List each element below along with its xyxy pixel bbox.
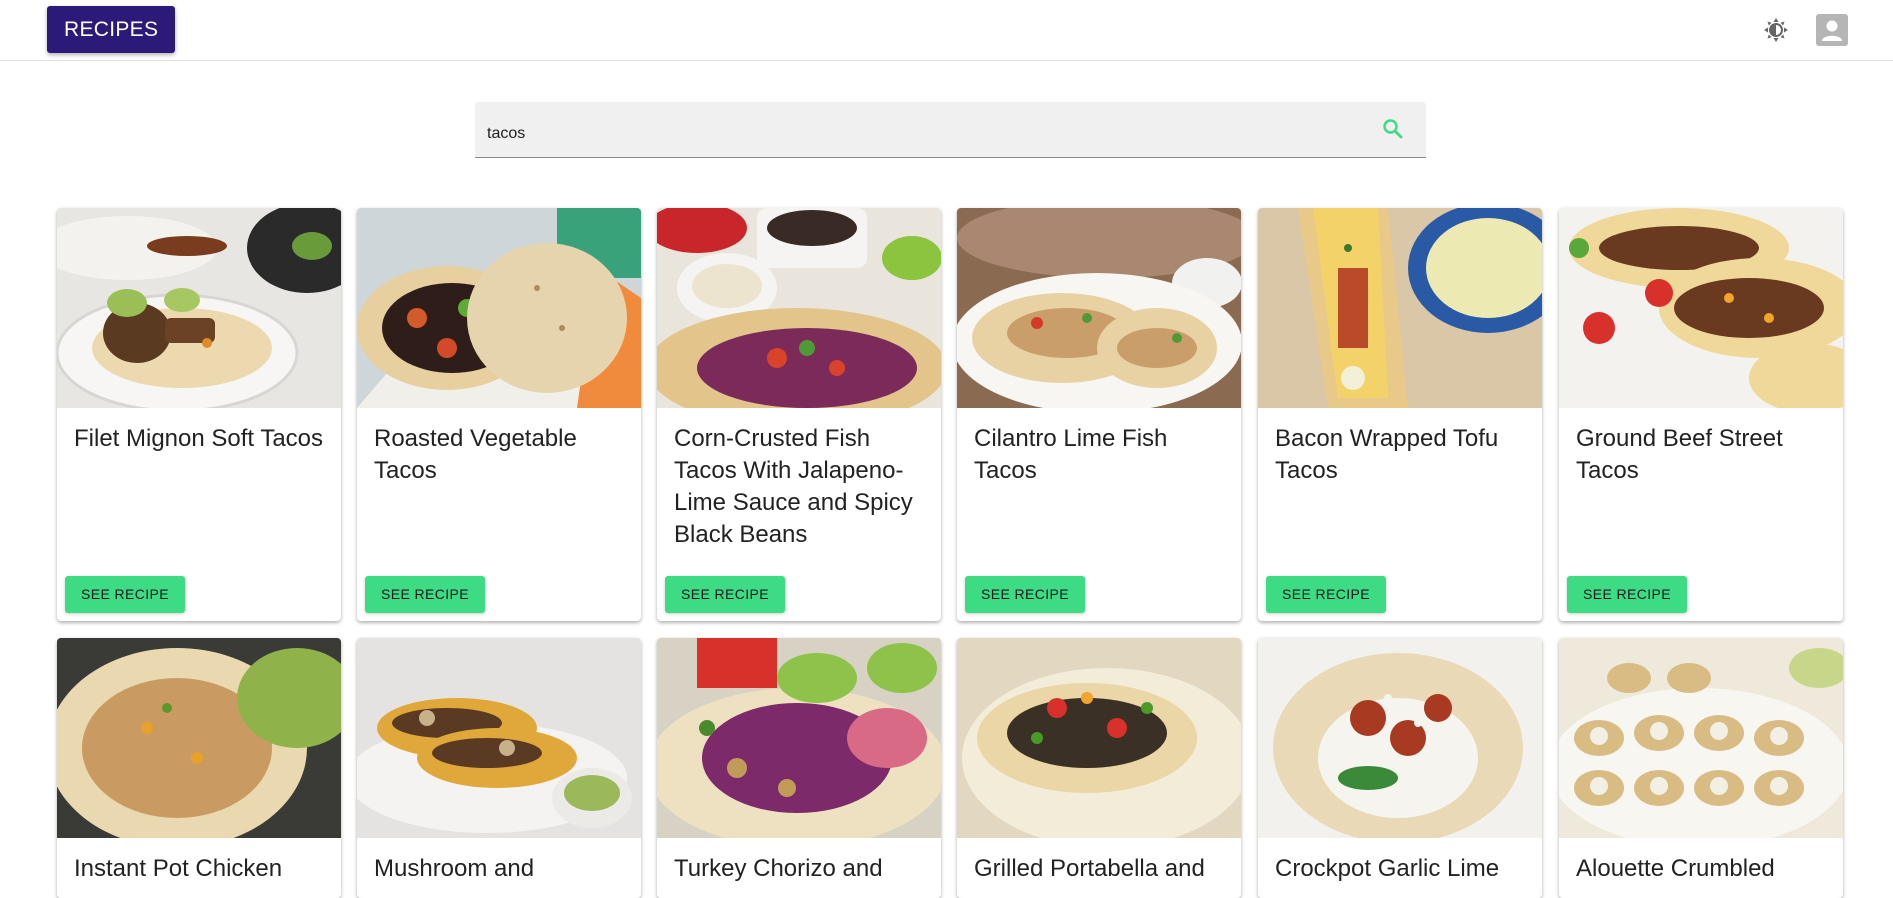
recipe-card: Alouette Crumbled	[1559, 638, 1843, 898]
recipe-image[interactable]	[1559, 208, 1843, 408]
recipe-title: Ground Beef Street Tacos	[1576, 425, 1783, 484]
recipe-card: Crockpot Garlic Lime	[1258, 638, 1542, 898]
recipe-card: Corn-Crusted Fish Tacos With Jalapeno-Li…	[657, 208, 941, 621]
recipe-card: Roasted Vegetable Tacos SEE RECIPE	[357, 208, 641, 621]
recipe-image[interactable]	[957, 208, 1241, 408]
recipe-card: Bacon Wrapped Tofu Tacos SEE RECIPE	[1258, 208, 1542, 621]
brand-button[interactable]: RECIPES	[47, 6, 176, 53]
recipe-title: Alouette Crumbled	[1576, 855, 1775, 882]
recipe-card: Ground Beef Street Tacos SEE RECIPE	[1559, 208, 1843, 621]
recipe-title: Cilantro Lime Fish Tacos	[974, 425, 1168, 484]
see-recipe-button[interactable]: SEE RECIPE	[65, 576, 186, 613]
recipe-card: Instant Pot Chicken	[57, 638, 341, 898]
recipe-title: Mushroom and	[374, 855, 535, 882]
recipe-title: Instant Pot Chicken	[74, 855, 283, 882]
account-icon[interactable]	[1816, 14, 1848, 46]
brightness-icon[interactable]	[1762, 16, 1790, 44]
recipe-image[interactable]	[657, 638, 941, 838]
search-input[interactable]	[487, 122, 1347, 146]
recipe-image[interactable]	[1559, 638, 1843, 838]
recipe-image[interactable]	[1258, 638, 1542, 838]
recipe-image[interactable]	[357, 208, 641, 408]
recipe-card: Filet Mignon Soft Tacos SEE RECIPE	[57, 208, 341, 621]
recipe-image[interactable]	[57, 208, 341, 408]
recipe-card: Turkey Chorizo and	[657, 638, 941, 898]
recipe-image[interactable]	[657, 208, 941, 408]
recipe-image[interactable]	[57, 638, 341, 838]
recipe-title: Turkey Chorizo and	[674, 855, 883, 882]
recipe-card: Mushroom and	[357, 638, 641, 898]
recipe-title: Corn-Crusted Fish Tacos With Jalapeno-Li…	[674, 425, 913, 548]
recipe-title: Crockpot Garlic Lime	[1275, 855, 1500, 882]
recipe-title: Bacon Wrapped Tofu Tacos	[1275, 425, 1499, 484]
see-recipe-button[interactable]: SEE RECIPE	[965, 576, 1086, 613]
see-recipe-button[interactable]: SEE RECIPE	[665, 576, 786, 613]
recipe-image[interactable]	[1258, 208, 1542, 408]
app-bar: RECIPES	[0, 0, 1893, 61]
recipe-title: Filet Mignon Soft Tacos	[74, 425, 324, 452]
recipe-image[interactable]	[357, 638, 641, 838]
recipe-card: Grilled Portabella and	[957, 638, 1241, 898]
see-recipe-button[interactable]: SEE RECIPE	[365, 576, 486, 613]
see-recipe-button[interactable]: SEE RECIPE	[1266, 576, 1387, 613]
search-bar	[475, 102, 1426, 158]
recipe-title: Grilled Portabella and	[974, 855, 1205, 882]
recipe-title: Roasted Vegetable Tacos	[374, 425, 577, 484]
recipe-card: Cilantro Lime Fish Tacos SEE RECIPE	[957, 208, 1241, 621]
recipe-image[interactable]	[957, 638, 1241, 838]
search-icon[interactable]	[1380, 116, 1406, 142]
see-recipe-button[interactable]: SEE RECIPE	[1567, 576, 1688, 613]
